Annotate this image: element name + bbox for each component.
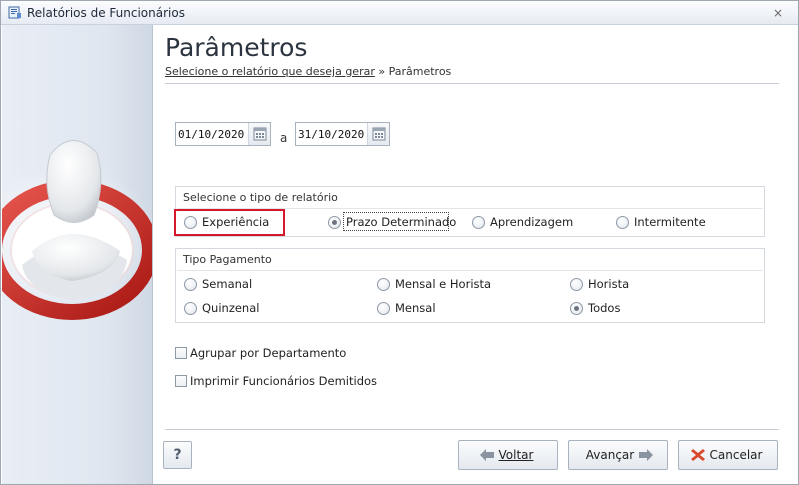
- cancel-x-icon: [690, 449, 705, 461]
- back-label: Voltar: [498, 448, 534, 462]
- radio-indicator: [472, 215, 485, 229]
- radio-indicator: [184, 277, 197, 291]
- radio-label: Mensal: [395, 301, 436, 315]
- radio-label: Mensal e Horista: [395, 277, 492, 291]
- radio-semanal[interactable]: Semanal: [184, 276, 252, 292]
- date-range-separator: a: [280, 131, 288, 145]
- footer-divider: [165, 429, 779, 430]
- focus-rectangle: [343, 212, 449, 231]
- page-title: Parâmetros: [165, 33, 308, 62]
- radio-label: Horista: [588, 277, 630, 291]
- end-date-calendar-button[interactable]: [367, 123, 389, 145]
- selection-highlight: [174, 209, 285, 236]
- checkbox-print-dismissed[interactable]: Imprimir Funcionários Demitidos: [175, 373, 377, 389]
- arrow-left-icon: [479, 449, 494, 461]
- title-bar: Relatórios de Funcionários ×: [1, 1, 798, 25]
- radio-indicator: [328, 215, 341, 229]
- radio-intermitente[interactable]: Intermitente: [616, 214, 706, 230]
- radio-label: Semanal: [202, 277, 253, 291]
- start-date-field: [175, 122, 271, 146]
- checkbox-label: Agrupar por Departamento: [190, 346, 347, 360]
- help-icon: ?: [173, 447, 182, 463]
- radio-mensal[interactable]: Mensal: [377, 300, 436, 316]
- breadcrumb-current: Parâmetros: [388, 65, 452, 78]
- header-divider: [165, 83, 779, 84]
- radio-aprendizagem[interactable]: Aprendizagem: [472, 214, 573, 230]
- radio-indicator: [377, 277, 390, 291]
- radio-indicator: [184, 301, 197, 315]
- end-date-input[interactable]: [296, 123, 368, 145]
- employee-illustration: [2, 140, 152, 320]
- next-button[interactable]: Avançar: [568, 440, 668, 470]
- checkbox-group-by-department[interactable]: Agrupar por Departamento: [175, 345, 346, 361]
- start-date-calendar-button[interactable]: [248, 123, 270, 145]
- checkbox-box: [175, 347, 187, 359]
- radio-mensal-e-horista[interactable]: Mensal e Horista: [377, 276, 491, 292]
- radio-indicator: [616, 215, 629, 229]
- radio-indicator: [570, 301, 583, 315]
- close-button[interactable]: ×: [770, 5, 786, 21]
- cancel-label: Cancelar: [709, 448, 763, 462]
- radio-label: Aprendizagem: [490, 215, 574, 229]
- radio-horista[interactable]: Horista: [570, 276, 629, 292]
- breadcrumb: Selecione o relatório que deseja gerar »…: [165, 65, 451, 78]
- radio-quinzenal[interactable]: Quinzenal: [184, 300, 259, 316]
- report-window: Relatórios de Funcionários × Parâmetros …: [0, 0, 799, 485]
- radio-label: Intermitente: [634, 215, 706, 229]
- calendar-icon: [372, 127, 386, 141]
- calendar-icon: [253, 127, 267, 141]
- radio-label: Quinzenal: [202, 301, 260, 315]
- window-title: Relatórios de Funcionários: [27, 6, 185, 20]
- next-label: Avançar: [585, 448, 635, 462]
- back-button[interactable]: Voltar: [458, 440, 558, 470]
- end-date-field: [295, 122, 390, 146]
- radio-todos[interactable]: Todos: [570, 300, 620, 316]
- radio-label: Todos: [588, 301, 621, 315]
- checkbox-label: Imprimir Funcionários Demitidos: [190, 374, 378, 388]
- checkbox-box: [175, 375, 187, 387]
- start-date-input[interactable]: [176, 123, 248, 145]
- report-icon: [8, 6, 21, 19]
- cancel-button[interactable]: Cancelar: [678, 440, 778, 470]
- report-type-legend: Selecione o tipo de relatório: [183, 191, 338, 204]
- breadcrumb-separator: »: [374, 65, 389, 78]
- radio-indicator: [377, 301, 390, 315]
- arrow-right-icon: [639, 449, 654, 461]
- help-button[interactable]: ?: [163, 441, 192, 469]
- sidebar-graphic: [2, 25, 153, 484]
- breadcrumb-link[interactable]: Selecione o relatório que deseja gerar: [165, 65, 375, 78]
- group-divider: [177, 270, 763, 271]
- radio-indicator: [570, 277, 583, 291]
- payment-type-legend: Tipo Pagamento: [183, 253, 272, 266]
